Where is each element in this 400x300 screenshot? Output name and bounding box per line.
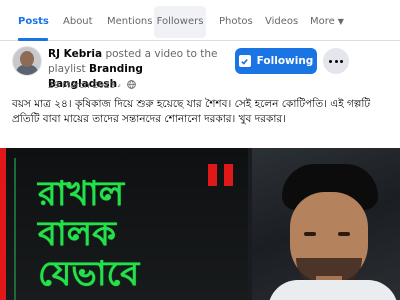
tab-mentions[interactable]: Mentions (107, 0, 152, 40)
post-body-text: বয়স মাত্র ২৪। কৃষিকাজ দিয়ে শুরু হয়েছে… (12, 98, 371, 125)
quote-mark-icon (208, 164, 233, 186)
author-avatar[interactable] (12, 46, 42, 76)
thumbnail-title-line: বালক (38, 214, 116, 254)
more-dot-icon (329, 59, 333, 63)
tab-photos[interactable]: Photos (219, 0, 253, 40)
check-icon (238, 55, 251, 67)
tab-videos[interactable]: Videos (265, 0, 298, 40)
profile-tab-bar: Posts About Mentions Followers Photos Vi… (0, 0, 400, 41)
thumbnail-title-line: রাখাল (38, 174, 125, 214)
tab-followers[interactable]: Followers (154, 6, 206, 38)
chevron-down-icon: ▼ (337, 17, 344, 26)
meta-separator: · (115, 81, 122, 91)
thumbnail-title-line: যেভাবে (38, 254, 140, 294)
post-meta: 29 March 2023 · (48, 80, 136, 92)
video-thumbnail[interactable]: রাখাল বালক যেভাবে (0, 148, 400, 300)
tab-more-label: More (310, 16, 335, 27)
following-label: Following (256, 55, 314, 67)
tab-about[interactable]: About (63, 0, 93, 40)
globe-icon (127, 80, 136, 92)
post-date[interactable]: 29 March 2023 (48, 81, 116, 91)
author-name[interactable]: RJ Kebria (48, 48, 102, 60)
more-options-button[interactable] (323, 48, 349, 74)
tab-more[interactable]: More ▼ (310, 0, 344, 40)
thumbnail-title: রাখাল বালক যেভাবে (38, 174, 208, 294)
following-button[interactable]: Following (235, 48, 317, 74)
tab-posts[interactable]: Posts (18, 0, 49, 41)
